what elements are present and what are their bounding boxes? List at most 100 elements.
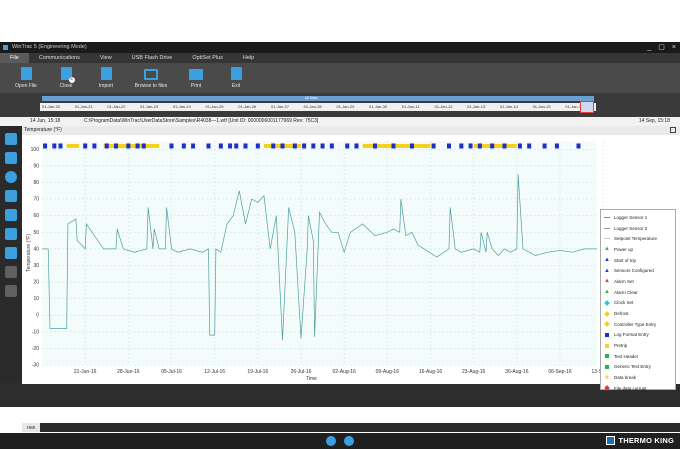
maximize-button[interactable]: ▢ (658, 42, 665, 53)
open-file-label: Open File (15, 83, 37, 89)
legend-item: ▲ Alarm Clear (601, 287, 675, 298)
log-format-event-marker (206, 143, 211, 149)
filter-tool-icon[interactable] (5, 228, 17, 240)
log-format-event-marker (468, 143, 473, 149)
document-tool-icon[interactable] (5, 152, 17, 164)
menu-tab-communications[interactable]: Communications (29, 53, 90, 63)
defrost-event-segment (362, 143, 431, 148)
exit-label: Exit (231, 83, 241, 89)
user-icon[interactable] (344, 436, 354, 446)
x-tick-label: 21-Jun-16 (74, 369, 97, 375)
link-tool-icon[interactable] (5, 285, 17, 297)
timeline-selected-range[interactable] (42, 96, 594, 101)
legend-item: Logger Sensor 2 (601, 223, 675, 234)
defrost-event-segment (66, 143, 79, 148)
y-tick-label: 80 (33, 180, 39, 186)
pin-tool-icon[interactable] (5, 133, 17, 145)
timeline-tick-label: 01-Jan-13 (467, 104, 486, 109)
legend-item: Logger Sensor 1 (601, 212, 675, 223)
menu-tab-usb-flash-drive[interactable]: USB Flash Drive (122, 53, 183, 63)
y-tick-label: -20 (32, 346, 39, 352)
timeline-tick-label: 01-Jan-20 (42, 104, 61, 109)
x-tick-label: 06-Sep-16 (548, 369, 572, 375)
timeline-tick-label: 01-Jan-30 (369, 104, 388, 109)
log-format-event-marker (554, 143, 559, 149)
y-tick-label: 100 (31, 147, 40, 153)
timeline-tick-label: 01-Jan-26 (238, 104, 257, 109)
legend-item: Setpoint Temperature (601, 233, 675, 244)
timeline-tick-label: 01-Jan-21 (74, 104, 93, 109)
menu-tab-view[interactable]: View (90, 53, 122, 63)
title-bar: WinTrac 5 (Engineering Mode) _ ▢ × (0, 42, 680, 53)
import-icon (100, 67, 112, 80)
timeline-navigator[interactable]: All Data 01-Jan-20 01-Jan-21 01-Jan-22 01-J… (0, 93, 680, 117)
legend-diamond-icon (604, 385, 610, 392)
log-format-event-marker (542, 143, 547, 149)
table-tool-icon[interactable] (5, 190, 17, 202)
legend-triangle-icon: ▲ (604, 289, 610, 296)
settings-tool-icon[interactable] (5, 171, 17, 183)
close-window-button[interactable]: × (672, 42, 676, 53)
legend-line-icon (604, 227, 610, 229)
log-format-event-marker (431, 143, 436, 149)
exit-button[interactable]: Exit (216, 63, 256, 93)
timeline-tick-label: 01-Jan-11 (401, 104, 420, 109)
menu-bar: File Communications View USB Flash Drive… (0, 53, 680, 63)
x-tick-label: 28-Jun-16 (117, 369, 140, 375)
import-button[interactable]: Import (86, 63, 126, 93)
log-format-event-marker (490, 143, 495, 149)
tab-hmi[interactable]: HMI (22, 423, 40, 432)
menu-tab-help[interactable]: Help (233, 53, 264, 63)
y-axis-label: Temperature (°F) (26, 234, 32, 272)
legend-square-icon (604, 332, 610, 337)
legend-label: Data break (614, 375, 637, 381)
y-tick-label: 60 (33, 213, 39, 219)
timeline-strip[interactable]: 01-Jan-20 01-Jan-21 01-Jan-22 01-Jan-23 01-J… (40, 103, 596, 111)
grid-tool-icon[interactable] (5, 209, 17, 221)
expand-icon[interactable] (670, 127, 676, 133)
log-format-event-marker (527, 143, 532, 149)
sync-icon[interactable] (326, 436, 336, 446)
chart-header-label: Temperature (°F) (24, 127, 62, 133)
legend-square-icon (604, 343, 610, 348)
app-window: WinTrac 5 (Engineering Mode) _ ▢ × File … (0, 42, 680, 449)
legend-label: Text Header (614, 353, 639, 359)
legend-diamond-icon (604, 310, 610, 317)
legend-square-icon (604, 354, 610, 359)
menu-tab-file[interactable]: File (0, 53, 29, 63)
close-file-icon (60, 67, 75, 83)
print-button[interactable]: Print (176, 63, 216, 93)
x-tick-label: 12-Jul-16 (204, 369, 225, 375)
side-toolbar (0, 126, 22, 381)
log-format-event-marker (292, 143, 297, 149)
minimize-button[interactable]: _ (647, 42, 651, 53)
close-file-button[interactable]: Close (46, 63, 86, 93)
legend-line-icon (604, 216, 610, 218)
search-tool-icon[interactable] (5, 266, 17, 278)
y-tick-label: 50 (33, 230, 39, 236)
legend-label: Pretrip (614, 343, 628, 349)
log-format-event-marker (234, 143, 239, 149)
chart-panel: Temperature (°F) -30 -20 -10 0 10 20 30 40 50 60 7… (22, 126, 680, 392)
log-format-event-marker (181, 143, 186, 149)
defrost-event-segment (103, 143, 160, 148)
exit-icon (230, 67, 242, 80)
menu-tab-optiset-plus[interactable]: OptiSet Plus (182, 53, 233, 63)
timeline-tick-label: 01-Jan-27 (270, 104, 289, 109)
close-file-label: Close (59, 83, 73, 89)
file-info-bar: 14 Jun, 15:18 C:\ProgramData\WinTrac\Use… (0, 117, 680, 126)
timeline-tick-label: 01-Jan-14 (499, 104, 518, 109)
timeline-position-handle[interactable] (580, 101, 594, 113)
brand-logo-icon (606, 436, 616, 445)
legend-label: File data corrupt (614, 385, 647, 391)
browse-files-button[interactable]: Browse to files (126, 63, 176, 93)
legend-item: Controller Type Entry (601, 319, 675, 330)
log-format-event-marker (271, 143, 276, 149)
zoom-tool-icon[interactable] (5, 247, 17, 259)
legend-diamond-icon (604, 321, 610, 328)
temperature-chart[interactable]: -30 -20 -10 0 10 20 30 40 50 60 70 80 90 100 21-Jun-16… (22, 135, 680, 383)
range-end-date: 14 Sep, 15:18 (638, 118, 670, 124)
legend-star-icon: ★ (604, 374, 610, 381)
open-file-button[interactable]: Open File (6, 63, 46, 93)
brand-name: THERMO KING (618, 436, 674, 445)
